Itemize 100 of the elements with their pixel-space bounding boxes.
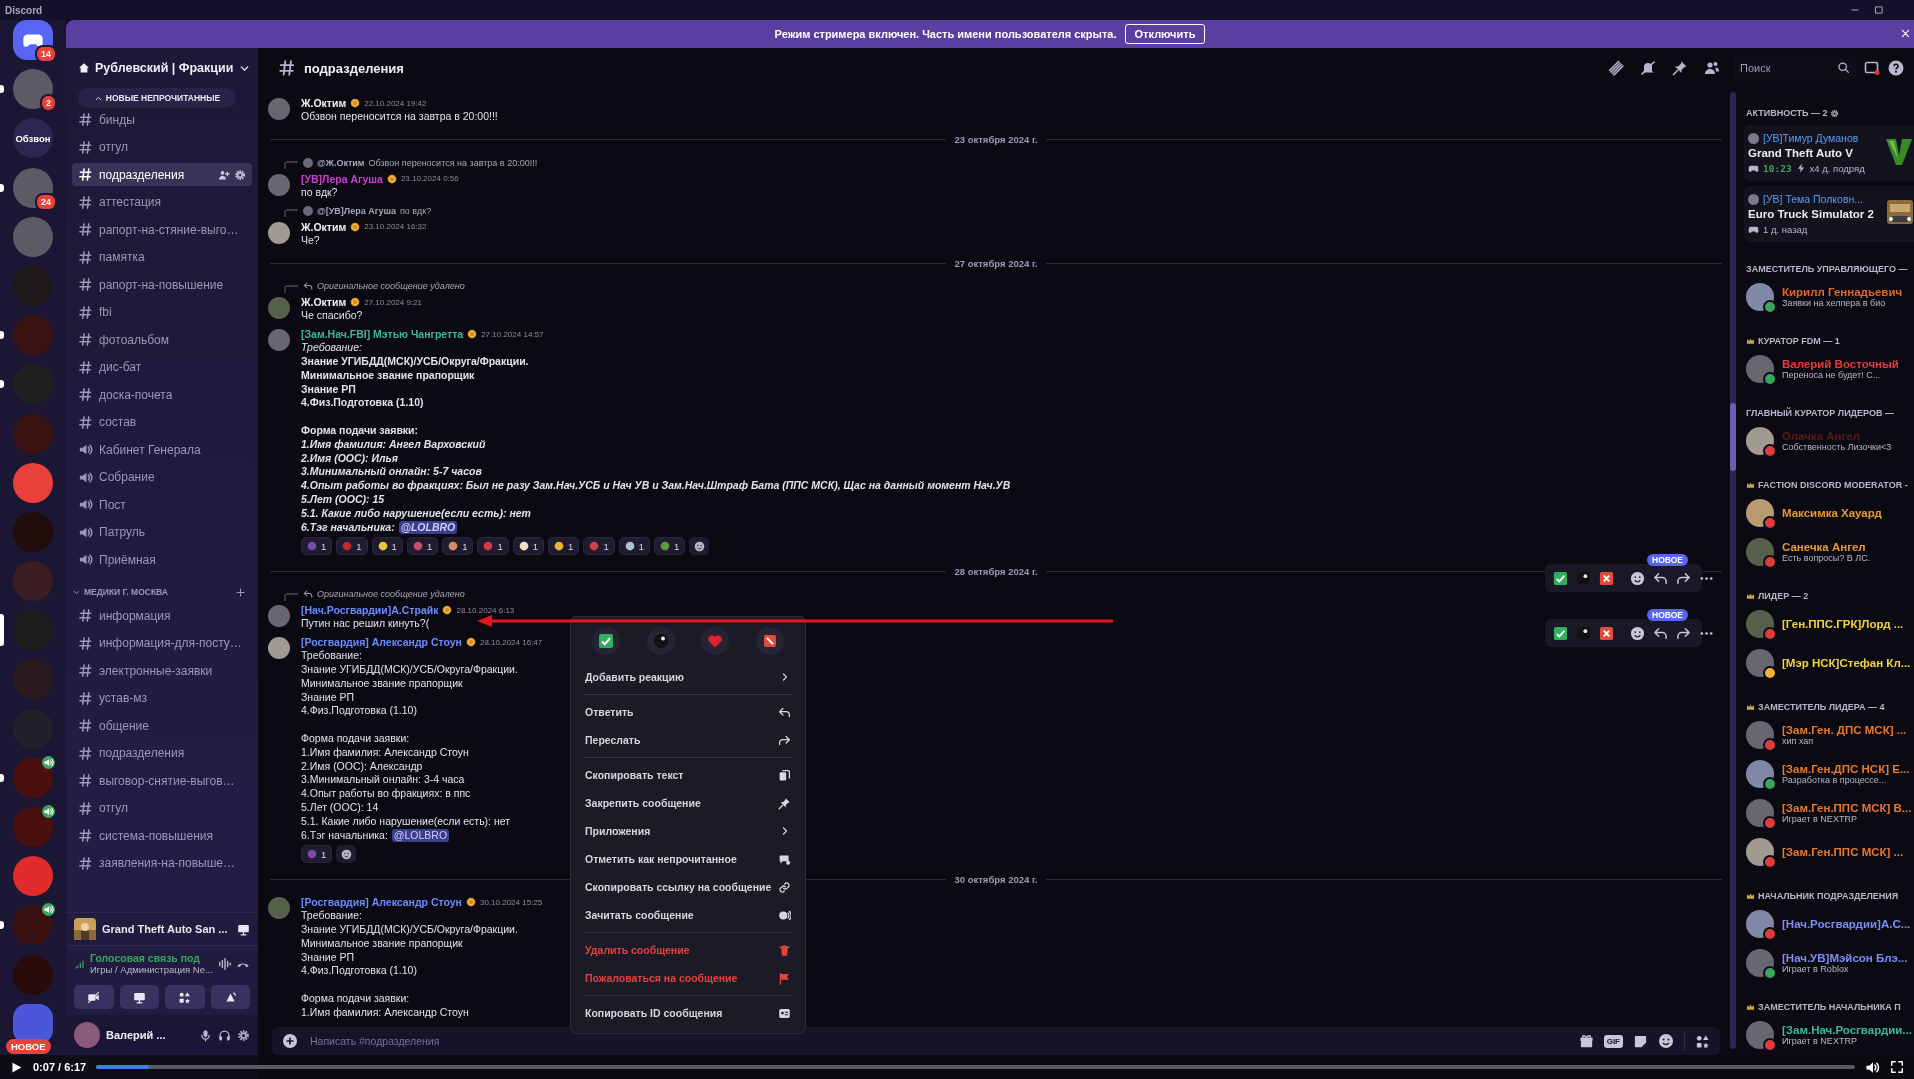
member-item[interactable]: [Зам.Ген.ДПС НСК] Е... Разработка в процессе... <box>1746 757 1914 791</box>
reaction-button[interactable]: 1 <box>512 537 545 556</box>
member-item[interactable]: [Ген.ППС.ГРК]Лорд ... <box>1746 607 1914 641</box>
reply-text[interactable]: по вдк? <box>399 205 432 216</box>
reaction-button[interactable]: 1 <box>653 537 686 556</box>
channel-item[interactable]: состав <box>72 410 252 434</box>
server-icon[interactable] <box>13 807 53 847</box>
play-icon[interactable] <box>10 1060 23 1074</box>
reaction-button[interactable]: 1 <box>301 845 333 864</box>
channel-item[interactable]: выговор-снятие-выгов… <box>72 769 252 792</box>
check-mark-icon[interactable] <box>1553 570 1568 586</box>
server-icon[interactable] <box>13 905 53 946</box>
settings-icon[interactable] <box>237 1028 250 1042</box>
channel-item[interactable]: дис-бат <box>72 355 252 379</box>
mute-icon[interactable] <box>1640 60 1656 76</box>
search-field[interactable]: Поиск <box>1734 56 1856 80</box>
author-name[interactable]: Ж.Октим <box>301 97 347 109</box>
gift-icon[interactable] <box>1578 1033 1594 1049</box>
channel-item[interactable]: устав-мз <box>72 686 252 710</box>
server-button[interactable]: Обзвон <box>13 118 53 159</box>
member-item[interactable]: [Мэр НСК]Стефан Кл... <box>1746 646 1914 680</box>
reply-icon[interactable] <box>1653 570 1668 586</box>
avatar[interactable] <box>268 98 290 120</box>
menu-item[interactable]: Копировать ID сообщения <box>579 999 797 1027</box>
author-name[interactable]: [Росгвардия] Александр Стоун <box>301 636 462 649</box>
reaction-button[interactable]: 1 <box>336 537 368 556</box>
author-name[interactable]: Ж.Октим <box>301 296 347 309</box>
home-button[interactable] <box>13 20 53 60</box>
avatar[interactable] <box>268 173 290 196</box>
add-reaction-button[interactable] <box>689 537 710 556</box>
forward-icon[interactable] <box>1676 625 1691 641</box>
reply-author[interactable]: @[УВ]Лера Агуша <box>317 205 396 216</box>
mention-link[interactable]: @LOLBRO <box>398 520 458 535</box>
author-name[interactable]: [Зам.Нач.FBI] Мэтью Чангретта <box>301 328 464 341</box>
plus-icon[interactable] <box>235 586 246 598</box>
screen-share-icon[interactable] <box>237 922 250 936</box>
cross-icon[interactable] <box>1599 625 1614 641</box>
reaction-button[interactable]: 1 <box>477 537 509 556</box>
member-item[interactable]: [Нач.УВ]Мэйсон Блэ... Играет в Roblox <box>1746 946 1914 980</box>
member-item[interactable]: Валерий Восточный Переноса не будет! С... <box>1746 352 1914 386</box>
threads-icon[interactable] <box>1608 60 1624 76</box>
avatar[interactable] <box>268 637 290 660</box>
member-item[interactable]: [Нач.Росгвардии]А.С... <box>1746 907 1914 941</box>
user-avatar[interactable] <box>74 1022 100 1048</box>
scrollbar-thumb[interactable] <box>1730 403 1736 471</box>
mention-link[interactable]: @LOLBRO <box>391 828 450 843</box>
mic-icon[interactable] <box>199 1028 212 1042</box>
headphones-icon[interactable] <box>218 1028 231 1042</box>
new-unread-pill[interactable]: НОВЫЕ НЕПРОЧИТАННЫЕ <box>78 88 236 108</box>
close-icon[interactable] <box>1900 28 1911 39</box>
category-header[interactable]: МЕДИКИ Г. МОСКВА <box>72 581 252 603</box>
channel-item[interactable]: заявления-на-повыше… <box>72 851 252 875</box>
channel-item[interactable]: Кабинет Генерала <box>72 438 252 461</box>
reply-icon[interactable] <box>1653 625 1668 641</box>
avatar[interactable] <box>268 221 290 244</box>
fullscreen-icon[interactable] <box>1890 1060 1904 1074</box>
help-icon[interactable] <box>1888 60 1904 76</box>
member-item[interactable]: Санечка Ангел Есть вопросы? В ЛС. <box>1746 535 1914 569</box>
pin-icon[interactable] <box>1672 60 1688 76</box>
upload-icon[interactable] <box>282 1033 298 1049</box>
activity-card[interactable]: [УВ] Тема Полковн... Euro Truck Simulator 2 1 д. назад <box>1744 186 1914 242</box>
member-item[interactable]: Олачка Ангел Собственность Лизочки<3 <box>1746 424 1914 458</box>
reaction-button[interactable]: 1 <box>583 537 615 556</box>
channel-item[interactable]: система-повышения <box>72 824 252 847</box>
menu-item[interactable]: Ответить <box>579 698 797 726</box>
cross-icon[interactable] <box>1599 570 1614 586</box>
menu-item[interactable]: Зачитать сообщение <box>579 901 797 929</box>
member-item[interactable]: [Зам.Нач.Росгвардии... Играет в NEXTRP <box>1746 1018 1914 1052</box>
server-icon[interactable] <box>13 757 53 798</box>
activity-card[interactable]: [УВ]Тимур Думанов Grand Theft Auto V 10:23 x4 д. подряд <box>1744 125 1914 181</box>
channel-item[interactable]: рапорт-на-стяние-выго… <box>72 218 252 241</box>
channel-item[interactable]: доска-почета <box>72 383 252 406</box>
avatar[interactable] <box>268 297 290 320</box>
channel-item[interactable]: fbi <box>72 300 252 324</box>
channel-item[interactable]: памятка <box>72 245 252 269</box>
reaction-button[interactable]: 1 <box>371 537 403 556</box>
member-item[interactable]: Максимка Хауард <box>1746 496 1914 530</box>
channel-item[interactable]: бинды <box>72 108 252 131</box>
member-item[interactable]: [Зам.Ген.ППС МСК] ... <box>1746 835 1914 869</box>
waveform-icon[interactable] <box>218 956 232 971</box>
screen-icon[interactable] <box>1864 60 1880 76</box>
channel-item[interactable]: Приёмная <box>72 548 252 571</box>
menu-item[interactable]: Добавить реакцию <box>579 663 797 691</box>
person-add-icon[interactable] <box>218 168 230 181</box>
reaction-button[interactable]: 1 <box>406 537 439 556</box>
reaction-button[interactable]: 1 <box>301 537 333 556</box>
menu-item[interactable]: Скопировать текст <box>579 761 797 789</box>
channel-item[interactable]: электронные-заявки <box>72 659 252 682</box>
menu-item[interactable]: Удалить сообщение <box>579 936 797 964</box>
quick-reaction-button[interactable] <box>755 627 784 655</box>
channel-item[interactable]: Собрание <box>72 465 252 489</box>
quick-reaction-button[interactable] <box>592 627 621 655</box>
channel-item[interactable]: подразделения <box>72 163 252 186</box>
server-icon[interactable] <box>13 167 53 208</box>
menu-item[interactable]: Отметить как непрочитанное <box>579 845 797 873</box>
gif-button[interactable]: GIF <box>1603 1034 1623 1048</box>
author-name[interactable]: [УВ]Лера Агуша <box>301 172 383 185</box>
member-name[interactable]: [УВ]Тимур Думанов <box>1763 132 1859 144</box>
member-item[interactable]: [Зам.Ген.ППС МСК] В... Играет в NEXTRP <box>1746 796 1914 830</box>
reply-text[interactable]: Обзвон переносится на завтра в 20:00!!! <box>368 157 538 168</box>
